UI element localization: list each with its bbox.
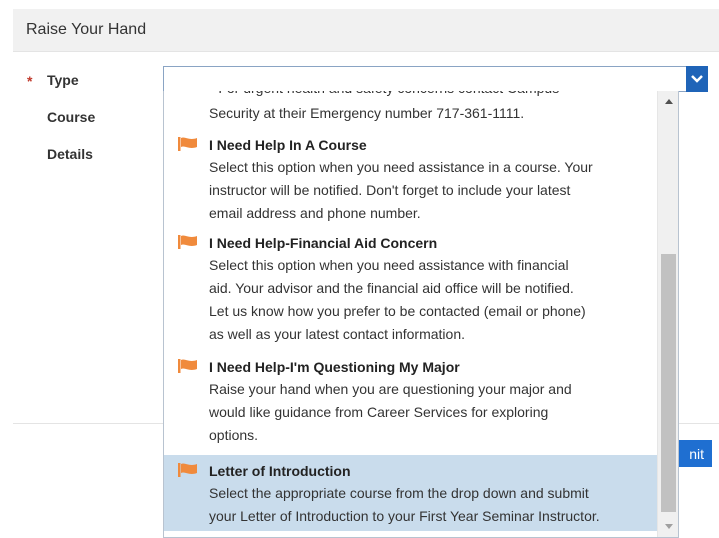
flag-icon <box>178 137 197 151</box>
option-desc-line: email address and phone number. <box>209 205 421 221</box>
details-label: Details <box>47 146 93 162</box>
partial-option-text-line1: * For urgent health and safety concerns … <box>209 91 654 101</box>
scroll-up-button[interactable] <box>658 91 678 111</box>
option-desc-line: instructor will be notified. Don't forge… <box>209 182 571 198</box>
type-dropdown-list[interactable]: * For urgent health and safety concerns … <box>163 91 679 538</box>
option-desc-line: Select this option when you need assista… <box>209 257 569 273</box>
option-desc-line: options. <box>209 427 259 443</box>
option-title: Letter of Introduction <box>209 463 351 479</box>
scroll-down-arrow-icon <box>664 523 673 529</box>
option-desc-line: aid. Your advisor and the financial aid … <box>209 280 574 296</box>
type-label: Type <box>47 72 79 88</box>
flag-icon <box>178 463 197 477</box>
option-desc-line: Select this option when you need assista… <box>209 159 593 175</box>
option-desc-line: would like guidance from Career Services… <box>209 404 549 420</box>
flag-icon <box>178 359 197 373</box>
option-title: I Need Help-Financial Aid Concern <box>209 235 438 251</box>
option-title: I Need Help-I'm Questioning My Major <box>209 359 460 375</box>
option-questioning-major[interactable]: I Need Help-I'm Questioning My Major Rai… <box>164 353 658 451</box>
panel-header: Raise Your Hand <box>13 9 719 52</box>
option-desc-line: Let us know how you prefer to be contact… <box>209 303 586 319</box>
flag-icon <box>178 235 197 249</box>
scroll-down-button[interactable] <box>658 516 678 536</box>
option-letter-of-introduction[interactable]: Letter of Introduction Select the approp… <box>164 455 658 531</box>
option-title: I Need Help In A Course <box>209 137 367 153</box>
partial-option-text-line2: Security at their Emergency number 717-3… <box>209 105 525 121</box>
option-help-in-course[interactable]: I Need Help In A Course Select this opti… <box>164 131 658 227</box>
course-label: Course <box>47 109 96 125</box>
option-desc-line: Select the appropriate course from the d… <box>209 485 589 501</box>
option-financial-aid[interactable]: I Need Help-Financial Aid Concern Select… <box>164 229 658 351</box>
dropdown-scrollbar[interactable] <box>657 91 678 537</box>
chevron-down-icon <box>691 75 703 83</box>
type-select[interactable] <box>163 66 708 92</box>
option-desc-line: Raise your hand when you are questioning… <box>209 381 572 397</box>
scroll-up-arrow-icon <box>664 98 673 104</box>
option-desc-line: as well as your latest contact informati… <box>209 326 466 342</box>
submit-button-label: nit <box>689 445 704 462</box>
scroll-thumb[interactable] <box>661 254 676 512</box>
select-dropdown-toggle[interactable] <box>686 66 708 92</box>
required-marker: * <box>27 73 33 89</box>
panel-title: Raise Your Hand <box>26 21 147 38</box>
option-desc-line: your Letter of Introduction to your Firs… <box>209 508 600 524</box>
